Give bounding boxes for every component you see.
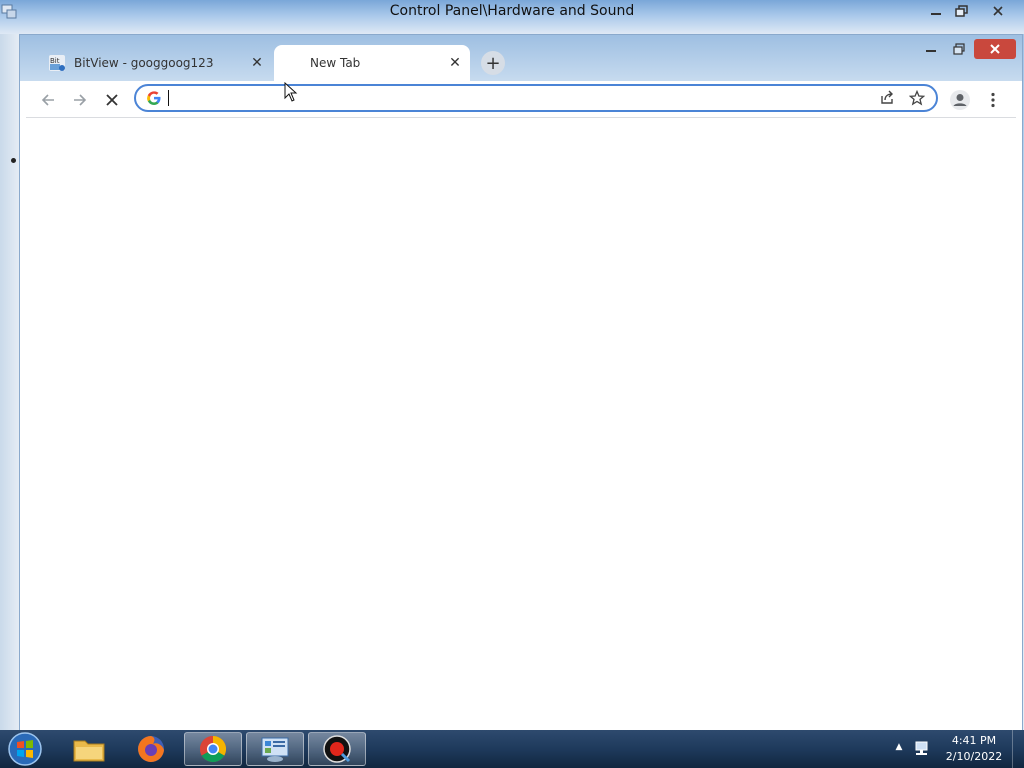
- recorder-icon: [323, 735, 351, 763]
- taskbar-control-panel[interactable]: [246, 732, 304, 766]
- forward-button[interactable]: [68, 89, 92, 111]
- share-button[interactable]: [876, 87, 898, 109]
- close-icon: [993, 6, 1003, 16]
- chrome-minimize-button[interactable]: [918, 39, 944, 59]
- caret-up-icon: ▲: [895, 742, 903, 752]
- new-tab-button[interactable]: +: [481, 51, 505, 75]
- share-icon: [881, 90, 893, 104]
- tab-new-tab[interactable]: New Tab ✕: [274, 45, 470, 81]
- forward-arrow-icon: [74, 94, 87, 106]
- stop-button[interactable]: [100, 89, 124, 111]
- system-clock[interactable]: 4:41 PM 2/10/2022: [940, 733, 1008, 765]
- stop-loading-icon: [106, 94, 118, 106]
- taskbar-recorder[interactable]: [308, 732, 366, 766]
- back-arrow-icon: [41, 94, 54, 106]
- kebab-menu-icon: [991, 92, 995, 108]
- clock-time: 4:41 PM: [951, 734, 997, 747]
- chrome-menu-button[interactable]: [981, 88, 1005, 112]
- close-icon: [990, 44, 1000, 54]
- control-panel-sidebar: [0, 34, 20, 730]
- control-panel-icon: [261, 737, 289, 762]
- star-icon: [909, 90, 925, 106]
- svg-text:Bit: Bit: [50, 57, 60, 65]
- restore-icon: [953, 43, 965, 55]
- bullet-icon: [11, 158, 16, 163]
- chrome-close-button[interactable]: [974, 39, 1016, 59]
- taskbar-chrome[interactable]: [184, 732, 242, 766]
- chrome-toolbar: [26, 81, 1016, 118]
- control-panel-close-button[interactable]: [984, 1, 1012, 21]
- control-panel-restore-button[interactable]: [948, 1, 976, 21]
- show-hidden-icons-button[interactable]: ▲: [892, 740, 906, 754]
- start-button[interactable]: [6, 731, 44, 767]
- show-desktop-button[interactable]: [1012, 730, 1024, 768]
- plus-icon: +: [485, 52, 501, 74]
- profile-button[interactable]: [948, 88, 972, 112]
- back-button[interactable]: [36, 89, 60, 111]
- tab-label: New Tab: [310, 56, 361, 70]
- chrome-window: Bit BitView - googgoog123 ✕ New Tab ✕ +: [19, 34, 1023, 731]
- mouse-cursor-icon: [284, 82, 298, 102]
- tab-close-icon[interactable]: ✕: [248, 54, 266, 72]
- control-panel-minimize-button[interactable]: [922, 1, 950, 21]
- clock-date: 2/10/2022: [945, 750, 1003, 763]
- bitview-favicon-icon: Bit: [49, 55, 65, 71]
- taskbar-firefox[interactable]: [122, 732, 180, 766]
- tab-label: BitView - googgoog123: [74, 56, 214, 70]
- bookmark-button[interactable]: [906, 87, 928, 109]
- page-content: [26, 118, 1016, 728]
- google-g-icon: [147, 91, 161, 105]
- tab-close-icon[interactable]: ✕: [446, 54, 464, 72]
- file-explorer-icon: [73, 740, 105, 762]
- taskbar-file-explorer[interactable]: [60, 732, 118, 766]
- minimize-icon: [926, 50, 936, 52]
- minimize-icon: [931, 13, 941, 15]
- firefox-icon: [138, 736, 164, 762]
- omnibox[interactable]: [134, 84, 938, 112]
- network-icon[interactable]: [913, 739, 933, 759]
- chrome-icon: [199, 735, 227, 763]
- chrome-restore-button[interactable]: [946, 39, 972, 59]
- restore-icon: [955, 5, 968, 17]
- tab-bitview[interactable]: Bit BitView - googgoog123 ✕: [40, 45, 272, 81]
- control-panel-title: Control Panel\Hardware and Sound: [389, 3, 635, 19]
- address-input[interactable]: [169, 89, 876, 107]
- profile-icon: [950, 90, 970, 110]
